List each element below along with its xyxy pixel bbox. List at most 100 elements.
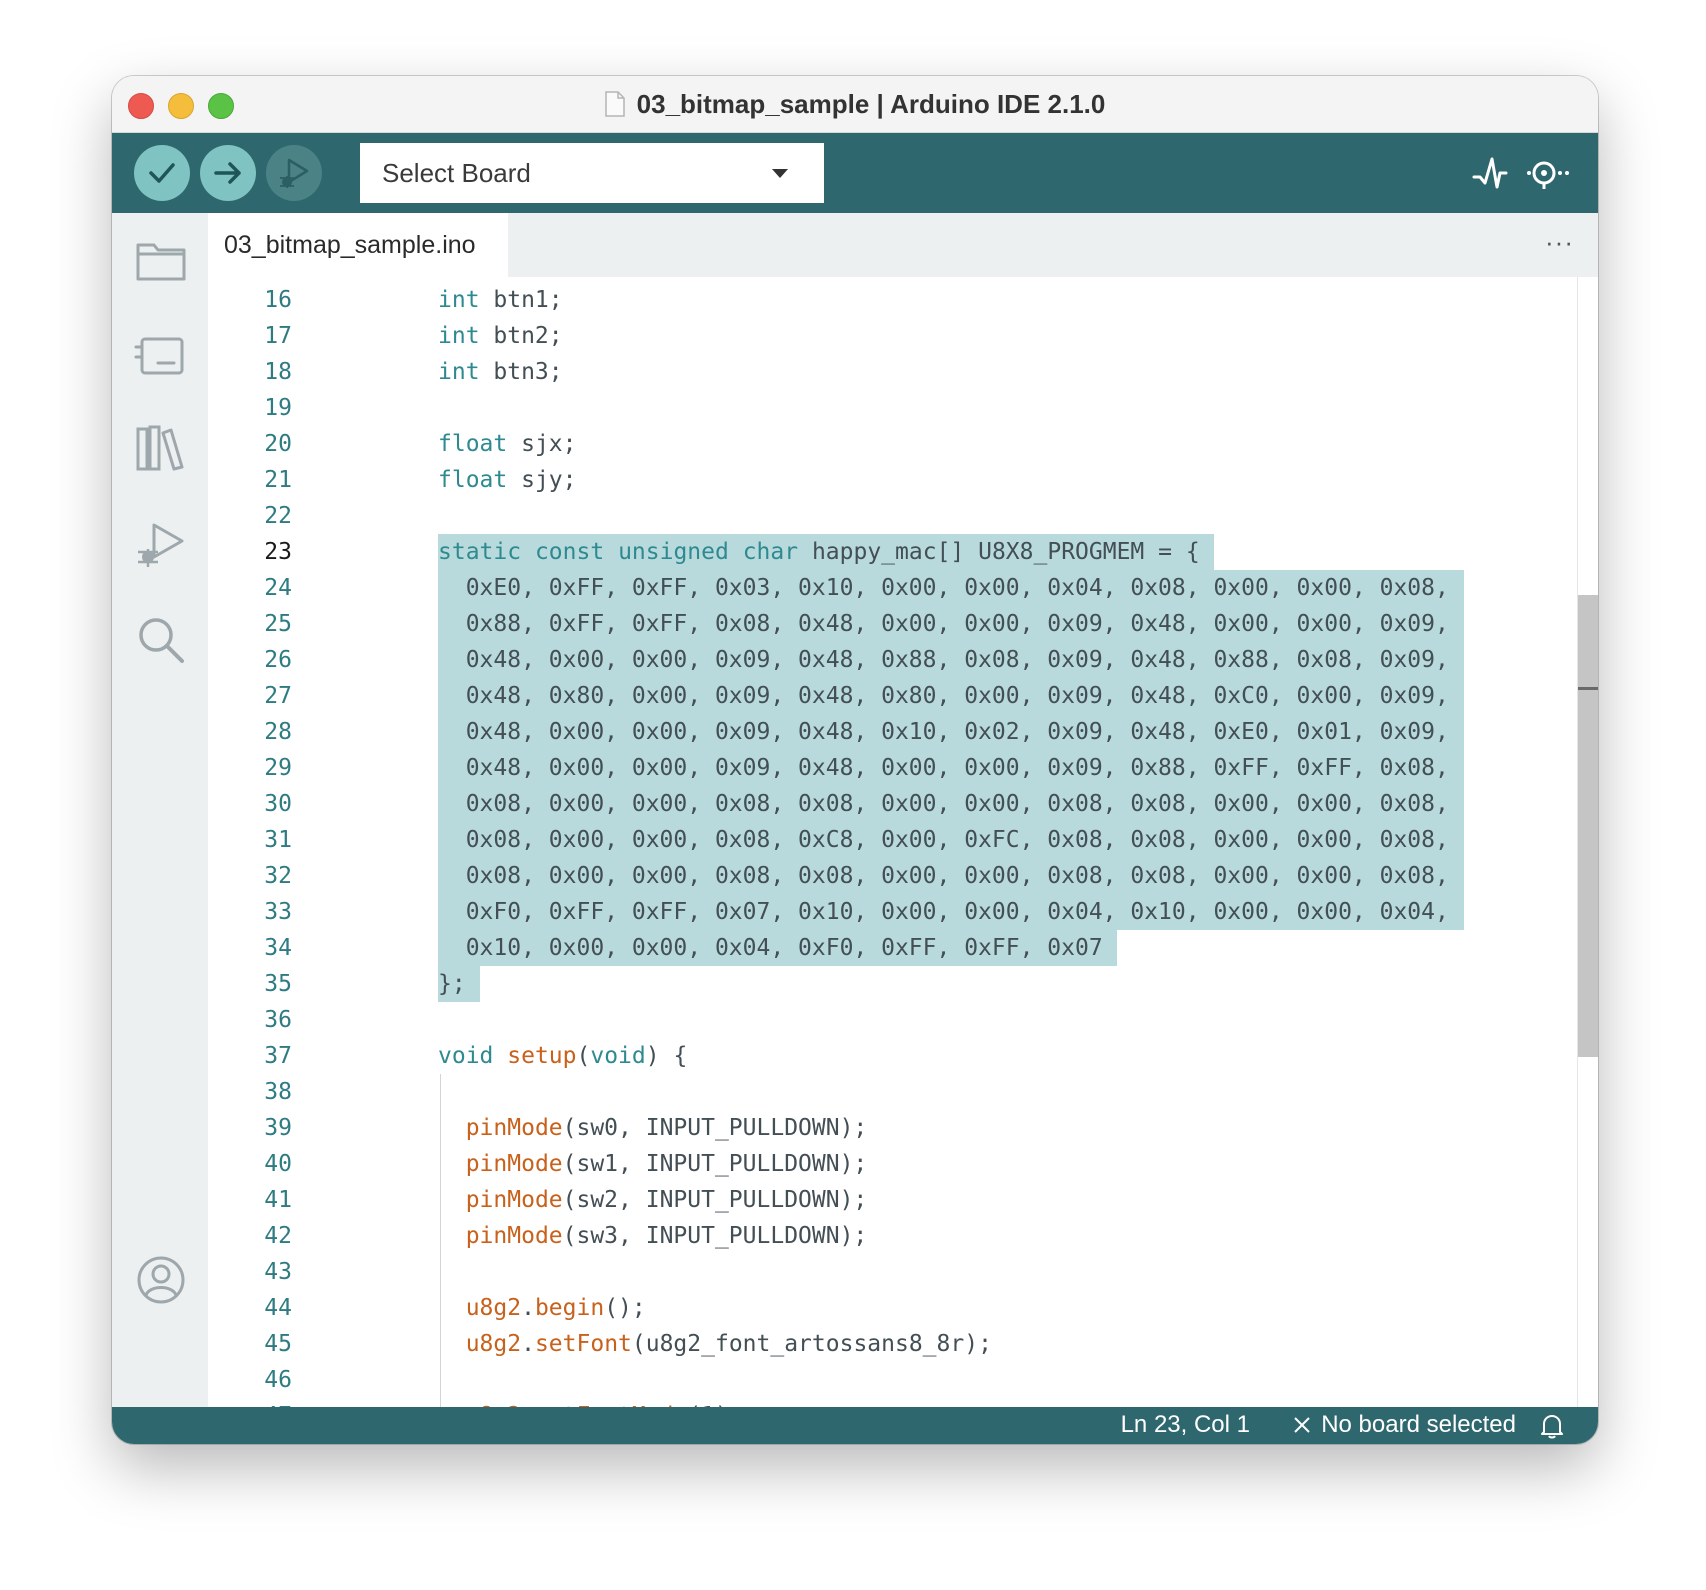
code-token: 0x08, 0x00, 0x00, 0x08, 0xC8, 0x00, 0xFC…: [438, 827, 1449, 853]
line-number: 37: [264, 1043, 292, 1069]
debug-icon: [280, 158, 309, 188]
code-token: (u8g2_font_artossans8_8r);: [631, 1331, 992, 1357]
keyword-token: char: [742, 539, 799, 565]
function-token: u8g2: [465, 1295, 522, 1321]
line-number: 39: [264, 1115, 292, 1141]
code-line[interactable]: 0x08, 0x00, 0x00, 0x08, 0xC8, 0x00, 0xFC…: [438, 822, 1449, 858]
search-icon[interactable]: [134, 613, 188, 667]
arrow-right-icon: [214, 162, 241, 184]
line-number: 31: [264, 827, 292, 853]
line-number: 16: [264, 287, 292, 313]
board-manager-icon[interactable]: [134, 329, 188, 383]
line-number: 47: [212, 1398, 292, 1407]
code-line[interactable]: float sjx;: [438, 426, 577, 462]
line-number: 42: [264, 1223, 292, 1249]
sidebar: [112, 213, 208, 1407]
folder-icon[interactable]: [134, 233, 188, 287]
line-number: 36: [264, 1007, 292, 1033]
function-token: setup: [507, 1043, 577, 1069]
line-number: 33: [264, 899, 292, 925]
code-line[interactable]: 0x10, 0x00, 0x00, 0x04, 0xF0, 0xFF, 0xFF…: [438, 930, 1103, 966]
close-icon: [1294, 1417, 1310, 1433]
code-token: sjy;: [507, 467, 577, 493]
code-line[interactable]: u8g2.setFont(u8g2_font_artossans8_8r);: [438, 1326, 992, 1362]
code-line[interactable]: 0x48, 0x00, 0x00, 0x09, 0x48, 0x00, 0x00…: [438, 750, 1449, 786]
function-token: u8g2: [465, 1331, 522, 1357]
line-number: 21: [264, 467, 292, 493]
debug-icon[interactable]: [134, 519, 188, 573]
serial-monitor-icon[interactable]: [1524, 153, 1572, 193]
check-icon: [149, 163, 175, 183]
status-bar: Ln 23, Col 1 No board selected: [112, 1407, 1598, 1444]
line-number: 20: [264, 431, 292, 457]
code-line[interactable]: void setup(void) {: [438, 1038, 687, 1074]
code-line[interactable]: 0x48, 0x00, 0x00, 0x09, 0x48, 0x88, 0x08…: [438, 642, 1449, 678]
keyword-token: float: [438, 467, 508, 493]
code-line[interactable]: 0xE0, 0xFF, 0xFF, 0x03, 0x10, 0x00, 0x00…: [438, 570, 1449, 606]
code-line[interactable]: int btn1;: [438, 282, 563, 318]
debug-button[interactable]: [266, 145, 322, 201]
scrollbar-thumb[interactable]: [1578, 595, 1598, 1057]
line-number: 28: [264, 719, 292, 745]
line-number: 44: [264, 1295, 292, 1321]
toolbar: Select Board: [112, 133, 1598, 213]
line-number: 19: [264, 395, 292, 421]
keyword-token: static: [438, 539, 522, 565]
code-token: ) {: [645, 1043, 688, 1069]
code-line[interactable]: static const unsigned char happy_mac[] U…: [438, 534, 1200, 570]
code-line[interactable]: int btn2;: [438, 318, 563, 354]
scrollbar-cursor-marker: [1578, 687, 1598, 690]
code-line[interactable]: u8g2.setFontMode(1);: [438, 1398, 743, 1407]
code-line[interactable]: pinMode(sw2, INPUT_PULLDOWN);: [438, 1182, 868, 1218]
code-token: 0x48, 0x00, 0x00, 0x09, 0x48, 0x88, 0x08…: [438, 647, 1449, 673]
code-token: 0x48, 0x80, 0x00, 0x09, 0x48, 0x80, 0x00…: [438, 683, 1449, 709]
code-line[interactable]: };: [438, 966, 466, 1002]
code-line[interactable]: 0x08, 0x00, 0x00, 0x08, 0x08, 0x00, 0x00…: [438, 858, 1449, 894]
window-title: 03_bitmap_sample | Arduino IDE 2.1.0: [636, 88, 1106, 119]
code-line[interactable]: float sjy;: [438, 462, 577, 498]
code-token: (: [576, 1043, 591, 1069]
code-line[interactable]: u8g2.begin();: [438, 1290, 646, 1326]
code-line[interactable]: 0x08, 0x00, 0x00, 0x08, 0x08, 0x00, 0x00…: [438, 786, 1449, 822]
board-select[interactable]: Select Board: [360, 143, 824, 203]
board-select-label: Select Board: [382, 157, 531, 188]
code-token: sjx;: [507, 431, 577, 457]
code-line[interactable]: 0xF0, 0xFF, 0xFF, 0x07, 0x10, 0x00, 0x00…: [438, 894, 1449, 930]
code-token: (sw0, INPUT_PULLDOWN);: [562, 1115, 868, 1141]
code-line[interactable]: 0x88, 0xFF, 0xFF, 0x08, 0x48, 0x00, 0x00…: [438, 606, 1449, 642]
code-line[interactable]: 0x48, 0x80, 0x00, 0x09, 0x48, 0x80, 0x00…: [438, 678, 1449, 714]
board-status[interactable]: No board selected: [1293, 1411, 1516, 1439]
plotter-icon[interactable]: [1470, 153, 1510, 193]
tab-strip: 03_bitmap_sample.ino ···: [208, 213, 1598, 277]
code-token: 0x88, 0xFF, 0xFF, 0x08, 0x48, 0x00, 0x00…: [438, 611, 1449, 637]
function-token: setFont: [534, 1331, 632, 1357]
upload-button[interactable]: [200, 145, 256, 201]
library-icon[interactable]: [134, 421, 188, 475]
more-actions-icon[interactable]: ···: [1545, 227, 1574, 258]
code-token: (sw3, INPUT_PULLDOWN);: [562, 1223, 868, 1249]
code-token: };: [438, 971, 466, 997]
cursor-position[interactable]: Ln 23, Col 1: [1121, 1411, 1250, 1439]
bell-icon[interactable]: [1540, 1413, 1564, 1439]
tab-03-bitmap-sample[interactable]: 03_bitmap_sample.ino: [208, 213, 508, 277]
code-line[interactable]: pinMode(sw0, INPUT_PULLDOWN);: [438, 1110, 868, 1146]
ide-window: 03_bitmap_sample | Arduino IDE 2.1.0 Sel…: [112, 76, 1598, 1444]
code-token: btn3;: [479, 359, 563, 385]
code-editor[interactable]: 16 17 18 19 20 21 22 23 24 25 26 27 28 29 30 31 32 33 34 35…: [208, 277, 1598, 1407]
verify-button[interactable]: [134, 145, 190, 201]
keyword-token: int: [438, 323, 480, 349]
code-line[interactable]: pinMode(sw1, INPUT_PULLDOWN);: [438, 1146, 868, 1182]
keyword-token: int: [438, 359, 480, 385]
line-number: 32: [264, 863, 292, 889]
code-line[interactable]: pinMode(sw3, INPUT_PULLDOWN);: [438, 1218, 868, 1254]
editor-scrollbar[interactable]: [1577, 277, 1598, 1407]
account-icon[interactable]: [134, 1253, 188, 1307]
code-line[interactable]: int btn3;: [438, 354, 563, 390]
code-line[interactable]: 0x48, 0x00, 0x00, 0x09, 0x48, 0x10, 0x02…: [438, 714, 1449, 750]
code-token: 0x08, 0x00, 0x00, 0x08, 0x08, 0x00, 0x00…: [438, 791, 1449, 817]
